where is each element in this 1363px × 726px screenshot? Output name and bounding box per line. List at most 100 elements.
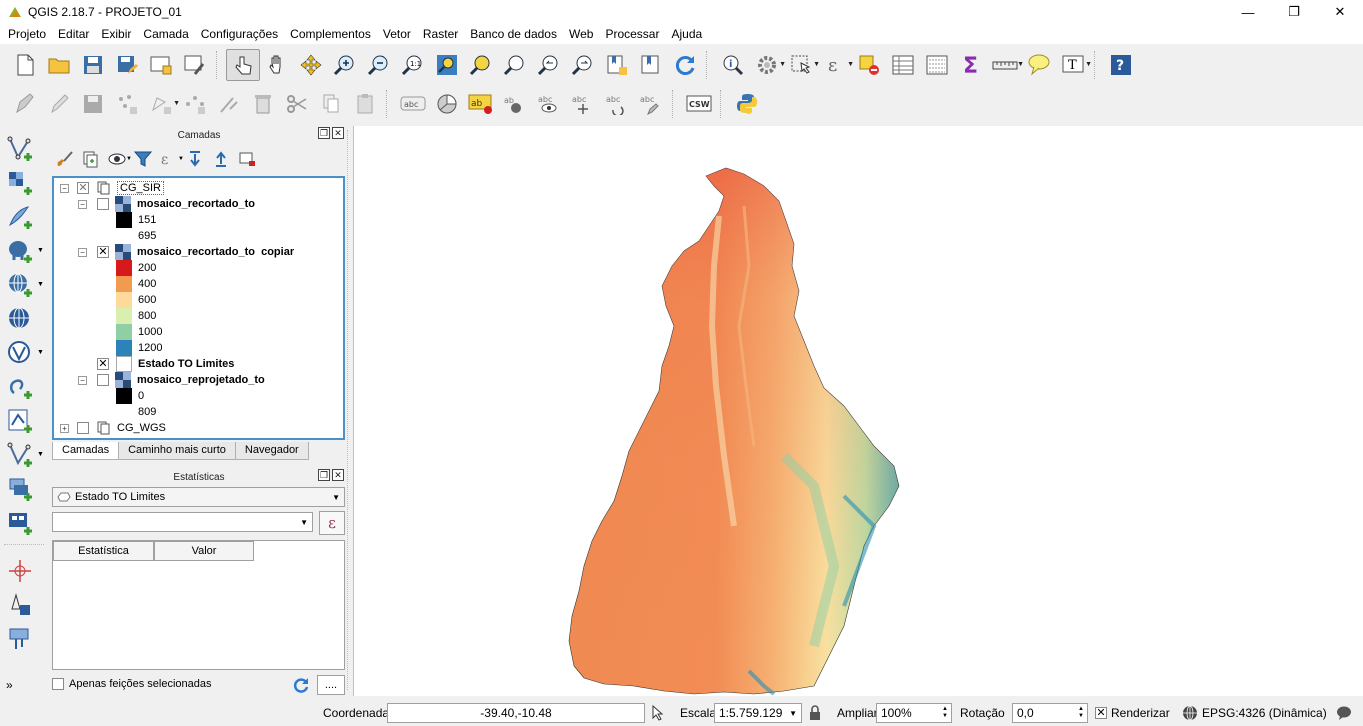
map-tips-button[interactable] [1022, 49, 1056, 81]
recalculate-button[interactable] [290, 675, 312, 695]
text-annotation-button[interactable]: T [1056, 49, 1092, 81]
dock-splitter[interactable] [347, 130, 351, 690]
menu-exibir[interactable]: Exibir [95, 24, 137, 44]
save-layer-edits-button[interactable] [76, 88, 110, 120]
menu-vetor[interactable]: Vetor [377, 24, 417, 44]
stats-options-button[interactable]: .... [317, 675, 345, 695]
cut-features-button[interactable] [280, 88, 314, 120]
toolbar-overflow-button[interactable]: » [0, 668, 42, 702]
layer-visibility-checkbox[interactable]: ✕ [97, 246, 109, 258]
new-bookmark-button[interactable] [600, 49, 634, 81]
manage-map-themes-button[interactable] [106, 148, 132, 170]
stats-panel-close-button[interactable]: ✕ [332, 469, 344, 481]
select-features-button[interactable] [784, 49, 820, 81]
render-checkbox[interactable]: ✕ [1095, 707, 1107, 719]
paste-features-button[interactable] [348, 88, 382, 120]
open-attribute-table-button[interactable] [886, 49, 920, 81]
add-postgis-layer-button[interactable] [0, 234, 44, 268]
diagram-options-button[interactable] [430, 88, 464, 120]
composer-manager-button[interactable] [178, 49, 212, 81]
filter-legend-button[interactable] [132, 148, 154, 170]
layer-visibility-checkbox[interactable] [97, 198, 109, 210]
filter-by-expression-button[interactable]: ε [158, 148, 184, 170]
pin-labels-button[interactable]: ab [498, 88, 532, 120]
new-spatialite-layer-button[interactable] [0, 404, 42, 438]
add-wcs-layer-button[interactable] [0, 302, 42, 336]
pan-to-selection-button[interactable] [294, 49, 328, 81]
layer-row[interactable]: ✕ Estado TO Limites [97, 356, 234, 372]
pan-touch-button[interactable] [226, 49, 260, 81]
layers-panel-float-button[interactable]: ❐ [318, 127, 330, 139]
add-wfs-layer-button[interactable] [0, 336, 44, 370]
add-delimited-text-button[interactable] [0, 200, 42, 234]
column-header-estatistica[interactable]: Estatística [53, 541, 154, 561]
zoom-full-button[interactable] [430, 49, 464, 81]
scale-select[interactable]: 1:5.759.129 ▼ [714, 703, 802, 723]
run-action-button[interactable] [750, 49, 786, 81]
open-layer-styling-button[interactable] [54, 148, 76, 170]
menu-camada[interactable]: Camada [137, 24, 194, 44]
collapse-toggle[interactable]: − [78, 247, 87, 257]
delete-selected-button[interactable] [246, 88, 280, 120]
highlight-pinned-labels-button[interactable]: ab [464, 88, 498, 120]
layer-row[interactable]: − ✕ mosaico_recortado_to copiar [78, 244, 294, 260]
menu-raster[interactable]: Raster [417, 24, 464, 44]
layer-row[interactable]: − mosaico_reprojetado_to [78, 372, 265, 388]
add-wms-layer-button[interactable] [0, 268, 44, 302]
layer-labeling-button[interactable]: abc [396, 88, 430, 120]
menu-complementos[interactable]: Complementos [284, 24, 377, 44]
tab-camadas[interactable]: Camadas [52, 442, 120, 460]
show-hide-labels-button[interactable]: abc [532, 88, 566, 120]
pan-map-button[interactable] [260, 49, 294, 81]
rotation-spinbox[interactable]: 0,0 ▲ ▼ [1012, 703, 1088, 723]
help-button[interactable]: ? [1104, 49, 1138, 81]
layer-visibility-checkbox[interactable] [97, 374, 109, 386]
expand-all-button[interactable] [184, 148, 206, 170]
open-project-button[interactable] [42, 49, 76, 81]
toggle-editing-button[interactable] [42, 88, 76, 120]
field-calculator-button[interactable] [920, 49, 954, 81]
menu-editar[interactable]: Editar [52, 24, 95, 44]
zoom-next-button[interactable] [566, 49, 600, 81]
show-bookmarks-button[interactable] [634, 49, 668, 81]
deselect-features-button[interactable] [852, 49, 886, 81]
add-mssql-layer-button[interactable] [0, 506, 42, 540]
collapse-all-button[interactable] [210, 148, 232, 170]
measure-line-button[interactable] [988, 49, 1024, 81]
expand-toggle[interactable]: + [60, 423, 69, 433]
selected-only-checkbox[interactable] [52, 678, 64, 690]
zoom-in-button[interactable] [328, 49, 362, 81]
georeferencer-button[interactable] [0, 554, 42, 588]
menu-projeto[interactable]: Projeto [2, 24, 52, 44]
map-canvas[interactable] [353, 126, 1363, 696]
layer-row[interactable]: − mosaico_recortado_to [78, 196, 255, 212]
zoom-last-button[interactable] [532, 49, 566, 81]
menu-banco-de-dados[interactable]: Banco de dados [464, 24, 563, 44]
move-label-button[interactable]: abc [566, 88, 600, 120]
collapse-toggle[interactable]: − [60, 183, 69, 193]
zoom-to-layer-button[interactable] [498, 49, 532, 81]
menu-web[interactable]: Web [563, 24, 599, 44]
close-button[interactable]: ✕ [1317, 0, 1363, 24]
menu-processar[interactable]: Processar [599, 24, 665, 44]
menu-ajuda[interactable]: Ajuda [665, 24, 708, 44]
statistical-summary-button[interactable]: Σ [954, 49, 988, 81]
add-group-button[interactable] [80, 148, 102, 170]
python-console-button[interactable] [730, 88, 764, 120]
layers-panel-close-button[interactable]: ✕ [332, 127, 344, 139]
new-gpx-layer-button[interactable] [0, 438, 44, 472]
rotate-label-button[interactable]: abc [600, 88, 634, 120]
stats-field-select[interactable]: ▼ [52, 512, 313, 532]
refresh-button[interactable] [668, 49, 702, 81]
magnifier-spinbox[interactable]: 100% ▲ ▼ [876, 703, 952, 723]
layer-visibility-checkbox[interactable]: ✕ [97, 358, 109, 370]
add-feature-button[interactable] [110, 88, 144, 120]
expression-button[interactable]: ε [319, 511, 345, 535]
menu-configuracoes[interactable]: Configurações [195, 24, 284, 44]
identify-button[interactable]: i [716, 49, 750, 81]
csw-search-button[interactable]: CSW [682, 88, 716, 120]
crs-button[interactable]: EPSG:4326 (Dinâmica) [1182, 705, 1327, 721]
lock-scale-button[interactable] [809, 704, 823, 722]
save-project-button[interactable] [76, 49, 110, 81]
change-label-button[interactable]: abc [634, 88, 668, 120]
